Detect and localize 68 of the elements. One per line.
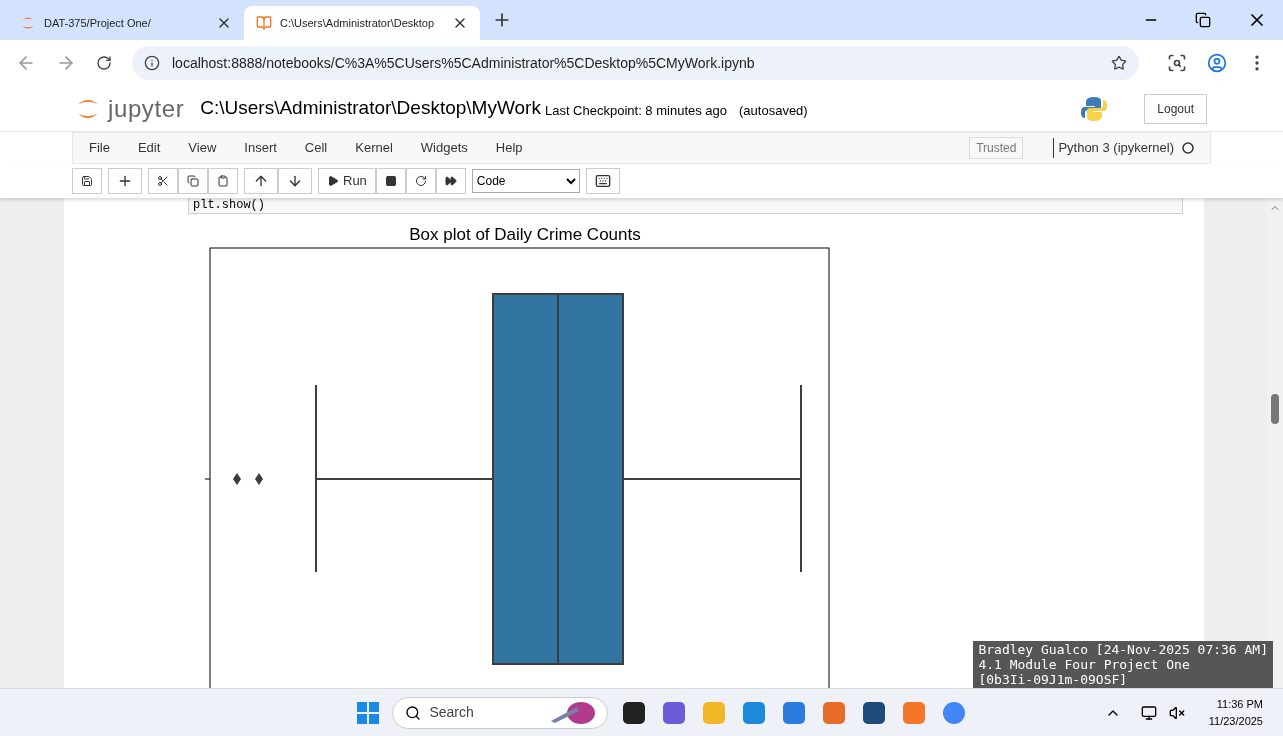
clipboard-icon — [217, 175, 229, 187]
info-icon[interactable] — [144, 55, 160, 71]
bookmark-star-icon[interactable] — [1111, 55, 1127, 71]
restore-icon[interactable] — [1195, 12, 1211, 28]
jupyter-logo-icon — [20, 15, 36, 31]
profile-icon[interactable] — [1207, 53, 1227, 73]
clock-date[interactable]: 11/23/2025 — [1208, 712, 1263, 729]
play-icon — [327, 175, 339, 187]
scissors-icon — [157, 175, 169, 187]
overlay-text: 4.1 Module Four Project One — [978, 657, 1191, 672]
menu-item[interactable]: Kernel — [355, 138, 393, 158]
paste-button[interactable] — [208, 168, 238, 194]
insert-cell-button[interactable] — [108, 168, 142, 194]
stop-icon — [384, 175, 397, 187]
menu-item[interactable]: Help — [495, 138, 523, 158]
browser-tab[interactable]: DAT-375/Project One/ — [8, 6, 244, 40]
code-text: plt.show() — [193, 198, 265, 213]
kernel-name[interactable]: Python 3 (ipykernel) — [1058, 138, 1174, 158]
reload-icon[interactable] — [96, 55, 112, 71]
move-down-button[interactable] — [278, 168, 312, 194]
taskbar-search-field[interactable]: Search — [392, 696, 609, 729]
keyboard-shortcuts-button[interactable] — [585, 168, 620, 194]
menu-item[interactable]: Widgets — [420, 138, 468, 158]
notebook-title[interactable]: C:\Users\Administrator\Desktop\MyWork — [200, 94, 541, 123]
cell-type-dropdown[interactable]: Code — [471, 169, 580, 193]
menu-item[interactable]: View — [188, 138, 217, 158]
windows-start-icon[interactable] — [356, 700, 381, 725]
save-button[interactable] — [72, 168, 102, 194]
menu-item[interactable]: File — [89, 138, 110, 158]
interrupt-button[interactable] — [375, 168, 406, 194]
menu-item[interactable]: Insert — [244, 138, 277, 158]
python-logo-icon — [1080, 94, 1109, 123]
run-all-button[interactable] — [435, 168, 466, 194]
cut-button[interactable] — [148, 168, 178, 194]
clock-time[interactable]: 11:36 PM — [1216, 696, 1263, 713]
scrollbar-thumb[interactable] — [1270, 394, 1279, 424]
browser-tab[interactable]: C:\Users\Administrator\Desktop — [244, 6, 480, 40]
run-button[interactable]: Run — [318, 168, 376, 194]
plot-title: Box plot of Daily Crime Counts — [409, 224, 641, 246]
overlay-text: [0b3Ii-09J1m-09OSF] — [978, 672, 1129, 687]
muted-volume-icon[interactable] — [1168, 704, 1185, 721]
jupyter-wordmark[interactable]: jupyter — [108, 90, 185, 127]
overlay-text: Bradley Gualco [24-Nov-2025 07:36 AM] — [978, 642, 1268, 657]
move-up-button[interactable] — [244, 168, 278, 194]
autosave-status: (autosaved) — [739, 101, 808, 120]
logout-button[interactable]: Logout — [1144, 93, 1207, 124]
url-text: localhost:8888/notebooks/C%3A%5CUsers%5CAdministrator%5CDesktop%5CMyWork.ipynb — [172, 53, 756, 73]
plus-icon — [117, 173, 133, 189]
tab-title: DAT-375/Project One/ — [44, 15, 152, 31]
copy-icon — [187, 175, 199, 187]
book-icon — [256, 15, 272, 31]
address-bar[interactable]: localhost:8888/notebooks/C%3A%5CUsers%5CAdministrator%5CDesktop%5CMyWork.ipynb — [132, 46, 1139, 80]
network-icon[interactable] — [1140, 704, 1157, 721]
kernel-idle-icon — [1182, 142, 1194, 154]
fast-forward-icon — [444, 175, 457, 187]
trusted-indicator[interactable]: Trusted — [969, 137, 1024, 159]
menu-item[interactable]: Edit — [137, 138, 161, 158]
restart-button[interactable] — [405, 168, 436, 194]
screen-search-icon[interactable] — [1167, 53, 1187, 73]
checkpoint-text: Last Checkpoint: 8 minutes ago — [544, 101, 728, 120]
menu-item[interactable]: Cell — [304, 138, 328, 158]
keyboard-icon — [594, 173, 611, 189]
restart-icon — [414, 175, 427, 187]
search-icon — [405, 704, 422, 721]
save-icon — [81, 175, 93, 187]
code-cell[interactable]: plt.show() — [188, 198, 1183, 214]
tab-title: C:\Users\Administrator\Desktop — [280, 15, 436, 31]
search-placeholder: Search — [429, 703, 475, 722]
